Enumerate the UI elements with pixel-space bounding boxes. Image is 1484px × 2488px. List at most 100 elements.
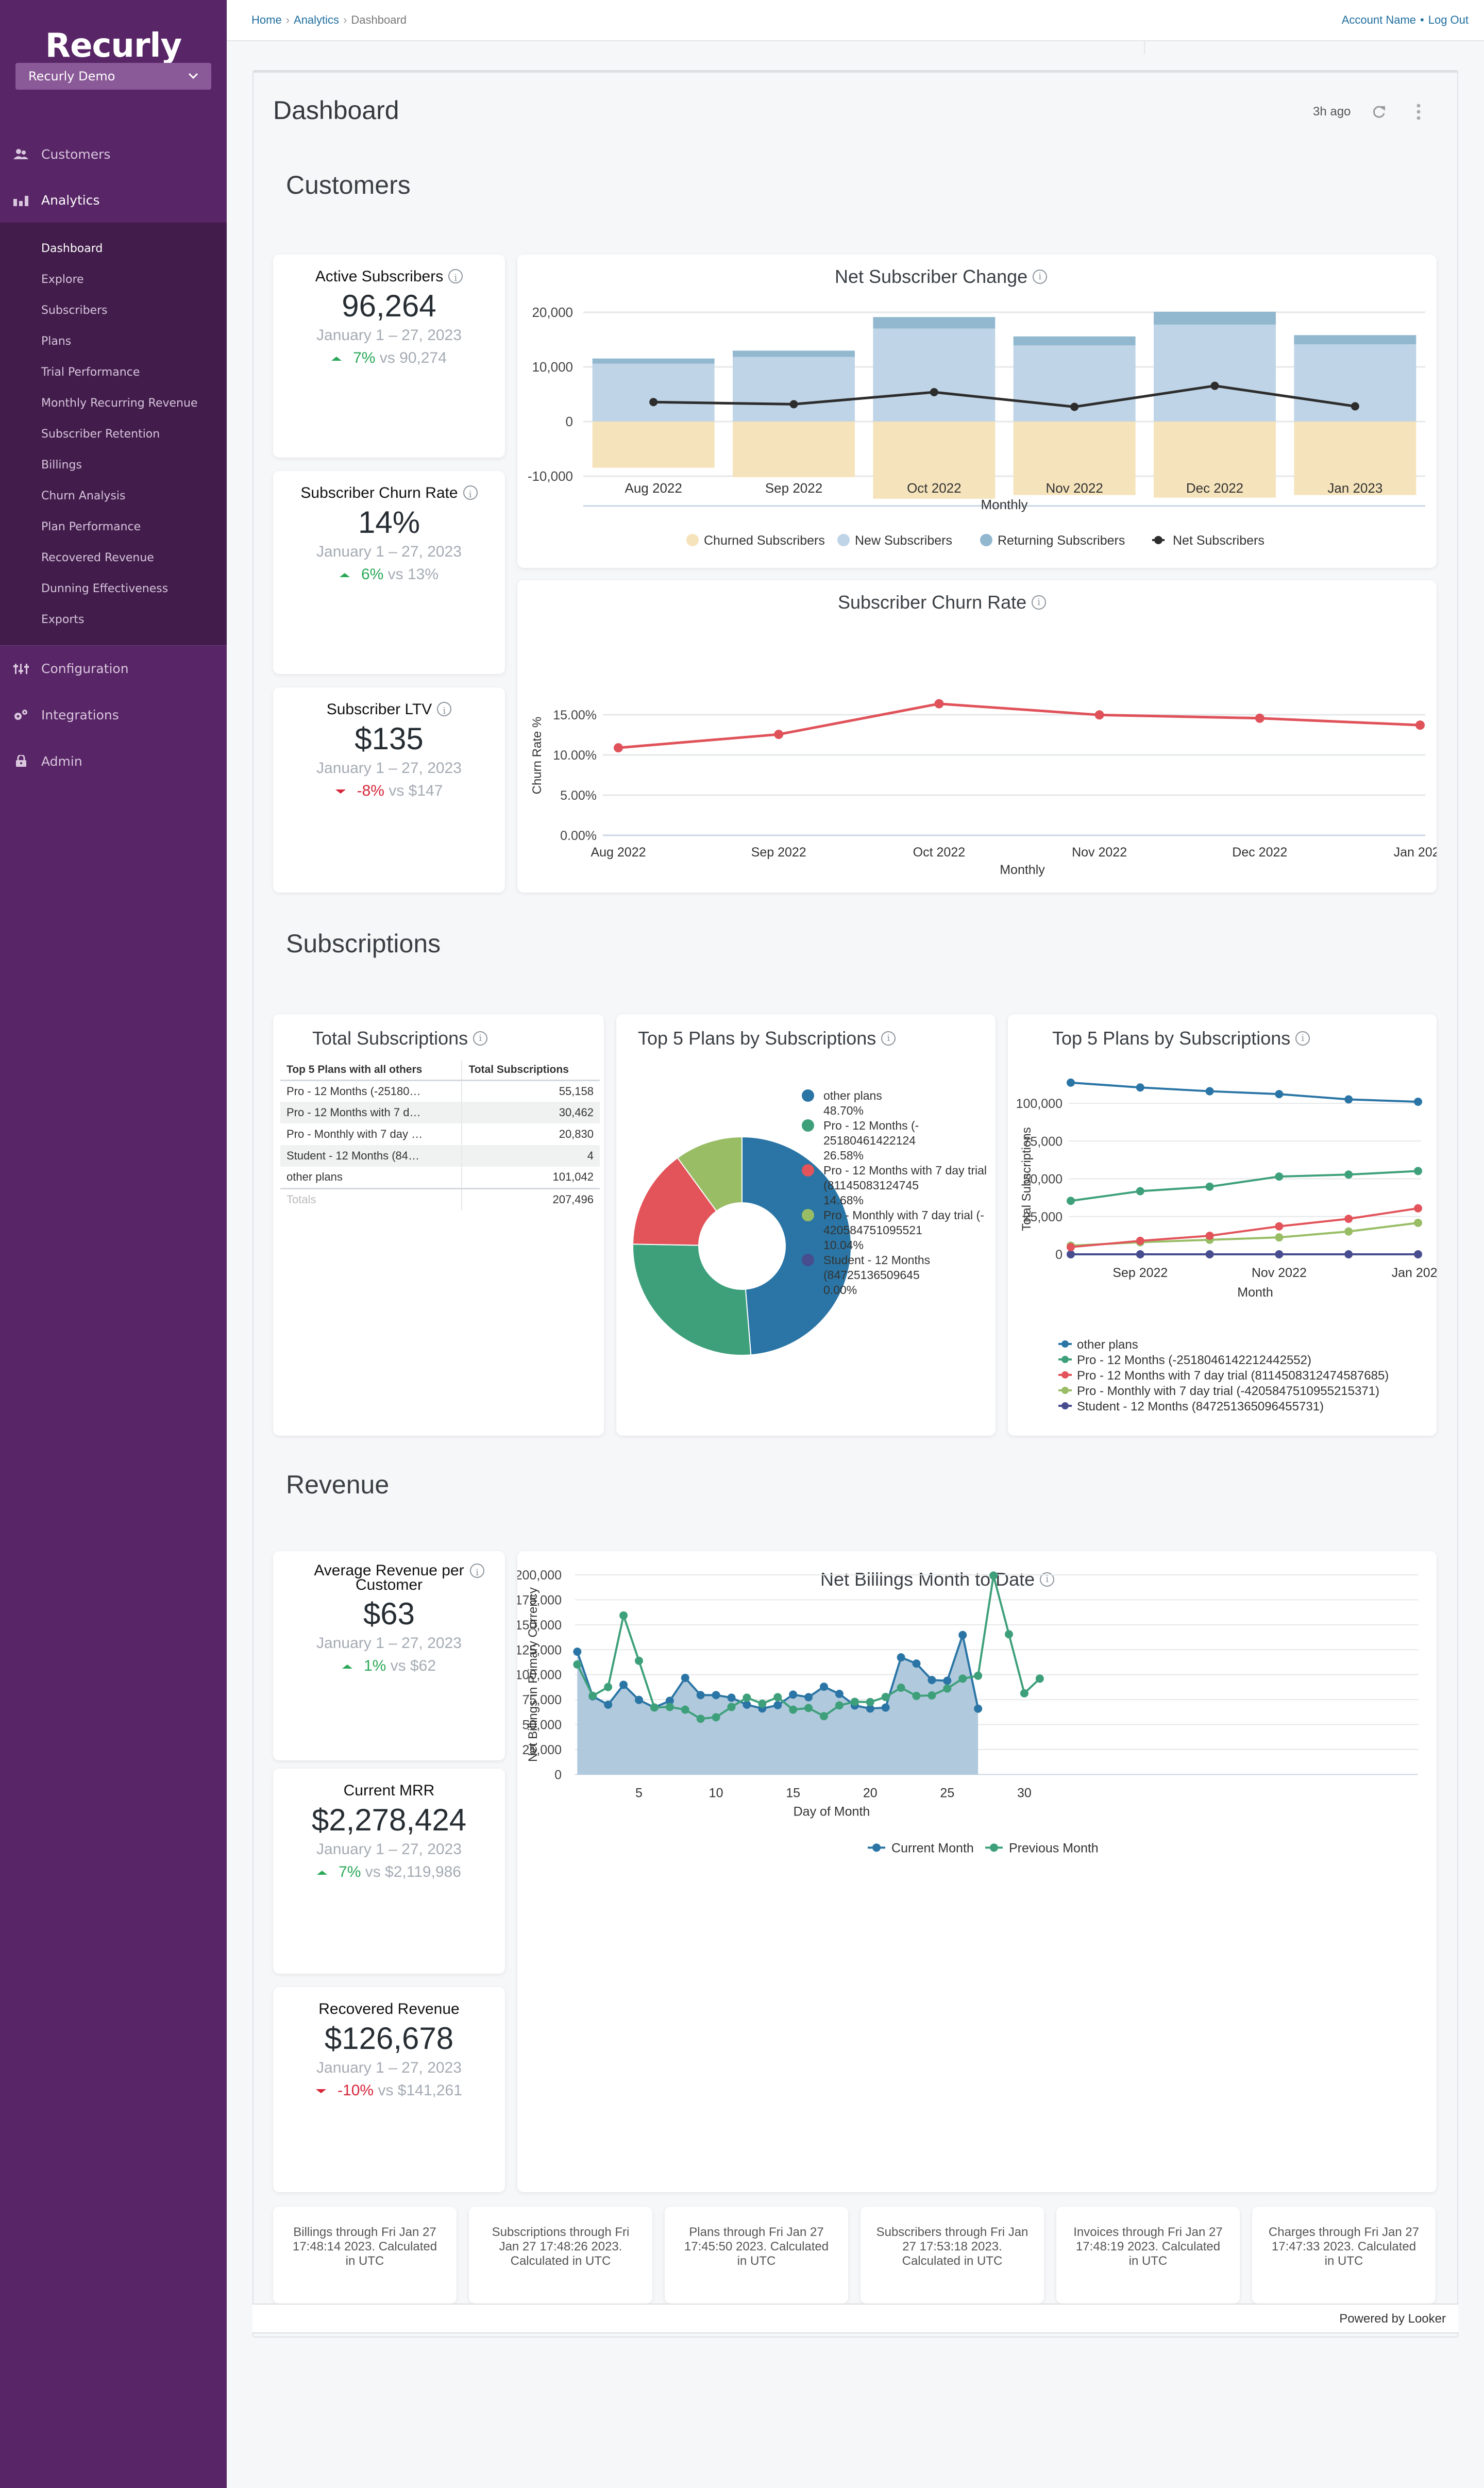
trend-down-icon xyxy=(316,2089,327,2094)
kpi-subscriber-ltv[interactable]: Subscriber LTV $135 January 1 – 27, 2023… xyxy=(273,687,505,893)
point-previous-month xyxy=(1005,1630,1013,1639)
refresh-icon[interactable] xyxy=(1371,104,1387,120)
sidebar-item-label: Analytics xyxy=(41,192,100,208)
sidebar-subitem-recovered-revenue[interactable]: Recovered Revenue xyxy=(41,551,154,564)
kpi-churn-rate[interactable]: Subscriber Churn Rate 14% January 1 – 27… xyxy=(273,471,505,674)
account-name-link[interactable]: Account Name xyxy=(1342,13,1416,26)
series-point xyxy=(1067,1250,1075,1258)
line-churn-rate xyxy=(618,702,1421,749)
legend-label: Pro - 12 Months with 7 day trial (811450… xyxy=(1077,1369,1389,1383)
x-tick-label: Nov 2022 xyxy=(1072,845,1127,860)
y-axis-label: Total Subscriptions xyxy=(1020,1127,1034,1231)
sidebar-subitem-churn-analysis[interactable]: Churn Analysis xyxy=(41,490,126,502)
kpi-compare: vs 13% xyxy=(387,566,439,583)
x-tick-label: Dec 2022 xyxy=(1232,845,1287,860)
table-row[interactable]: Pro - 12 Months with 7 d… 30,462 xyxy=(280,1102,600,1123)
info-icon[interactable] xyxy=(437,702,452,719)
bar-returning xyxy=(1013,336,1136,346)
sidebar-subitem-subscribers[interactable]: Subscribers xyxy=(41,304,108,317)
legend-item[interactable]: other plans 48.70% xyxy=(802,1088,996,1118)
y-axis-label: Net Billings in Primary Currency xyxy=(526,1587,540,1762)
point-net-subscribers xyxy=(1210,381,1219,390)
point-previous-month xyxy=(712,1713,720,1722)
point-churn-rate xyxy=(774,730,784,739)
point-net-subscribers xyxy=(789,400,798,409)
point-current-month xyxy=(974,1704,983,1713)
point-previous-month xyxy=(758,1700,767,1708)
kpi-arpc[interactable]: Average Revenue per Customer $63 January… xyxy=(273,1551,505,1760)
plan-name: other plans xyxy=(280,1167,463,1188)
legend-item[interactable]: Pro - 12 Months (- 25180461422124 26.58% xyxy=(802,1118,996,1163)
breadcrumb-home[interactable]: Home xyxy=(251,13,282,26)
y-tick-label: 5.00% xyxy=(560,788,597,803)
sidebar-item-admin[interactable]: Admin xyxy=(0,738,227,784)
recurly-logo[interactable]: Recurly xyxy=(0,27,227,65)
sidebar-item-label: Admin xyxy=(41,753,82,769)
legend-item[interactable]: Student - 12 Months (84725136509645 0.00% xyxy=(802,1253,996,1298)
sidebar-subitem-explore[interactable]: Explore xyxy=(41,273,84,286)
point-previous-month xyxy=(804,1704,813,1712)
column-header[interactable]: Top 5 Plans with all others xyxy=(280,1061,463,1081)
table-row[interactable]: other plans 101,042 xyxy=(280,1167,600,1188)
users-icon xyxy=(13,149,28,159)
bar-new xyxy=(733,357,855,422)
kpi-compare: vs $141,261 xyxy=(378,2082,462,2099)
table-row[interactable]: Pro - Monthly with 7 day … 20,830 xyxy=(280,1123,600,1145)
sidebar-subitem-plans[interactable]: Plans xyxy=(41,335,71,348)
kpi-change: -10% xyxy=(338,2082,374,2099)
info-icon[interactable] xyxy=(470,1564,484,1581)
sidebar-item-configuration[interactable]: Configuration xyxy=(0,645,227,692)
trend-up-icon xyxy=(342,1665,352,1669)
point-previous-month xyxy=(1020,1689,1028,1697)
kpi-recovered-revenue[interactable]: Recovered Revenue $126,678 January 1 – 2… xyxy=(273,1987,505,2192)
point-previous-month xyxy=(588,1691,597,1700)
section-title-customers: Customers xyxy=(286,171,411,199)
sidebar-item-integrations[interactable]: Integrations xyxy=(0,692,227,738)
column-header[interactable]: Total Subscriptions xyxy=(462,1061,600,1081)
more-options-icon[interactable] xyxy=(1415,103,1422,121)
last-updated: 3h ago xyxy=(1313,105,1351,119)
x-axis-label: Day of Month xyxy=(794,1804,870,1819)
point-previous-month xyxy=(835,1701,844,1710)
total-subscriptions-card: Total Subscriptions Top 5 Plans with all… xyxy=(273,1014,604,1436)
subscriptions-table: Top 5 Plans with all others Total Subscr… xyxy=(280,1061,600,1210)
sidebar-subitem-monthly-recurring-revenue[interactable]: Monthly Recurring Revenue xyxy=(41,397,197,410)
chart-title: Total Subscriptions xyxy=(312,1028,488,1049)
divider xyxy=(1144,41,1145,55)
legend-item[interactable]: Pro - 12 Months with 7 day trial (811450… xyxy=(802,1163,996,1208)
info-icon[interactable] xyxy=(473,1031,488,1046)
logout-link[interactable]: Log Out xyxy=(1428,13,1469,26)
point-previous-month xyxy=(773,1693,782,1702)
sidebar-subitem-dunning-effectiveness[interactable]: Dunning Effectiveness xyxy=(41,582,168,595)
kpi-period: January 1 – 27, 2023 xyxy=(316,2059,462,2076)
breadcrumb-analytics[interactable]: Analytics xyxy=(294,13,339,26)
sidebar-subitem-trial-performance[interactable]: Trial Performance xyxy=(41,366,140,379)
kpi-current-mrr[interactable]: Current MRR $2,278,424 January 1 – 27, 2… xyxy=(273,1769,505,1974)
point-current-month xyxy=(619,1680,628,1689)
sidebar-item-customers[interactable]: Customers xyxy=(0,131,227,177)
point-previous-month xyxy=(897,1684,905,1692)
sidebar-item-analytics[interactable]: Analytics xyxy=(0,177,227,223)
powered-by-looker[interactable]: Powered by Looker xyxy=(1339,2312,1446,2326)
account-selector[interactable]: Recurly Demo xyxy=(15,63,211,90)
point-previous-month xyxy=(635,1656,643,1665)
sidebar-subitem-dashboard[interactable]: Dashboard xyxy=(41,242,103,255)
kpi-active-subscribers[interactable]: Active Subscribers 96,264 January 1 – 27… xyxy=(273,255,505,458)
table-row[interactable]: Student - 12 Months (84… 4 xyxy=(280,1145,600,1167)
sidebar-subitem-plan-performance[interactable]: Plan Performance xyxy=(41,520,141,533)
data-freshness-note: Subscriptions through Fri Jan 27 17:48:2… xyxy=(469,2207,652,2304)
point-current-month xyxy=(912,1659,921,1668)
sidebar-subitem-billings[interactable]: Billings xyxy=(41,459,82,472)
info-icon[interactable] xyxy=(448,269,463,286)
sidebar-subitem-exports[interactable]: Exports xyxy=(41,613,84,626)
table-row[interactable]: Pro - 12 Months (-25180… 55,158 xyxy=(280,1080,600,1102)
info-icon[interactable] xyxy=(463,485,478,502)
point-previous-month xyxy=(696,1714,705,1723)
sidebar-subitem-subscriber-retention[interactable]: Subscriber Retention xyxy=(41,428,160,441)
legend-swatch xyxy=(802,1164,814,1176)
legend-item[interactable]: Pro - Monthly with 7 day trial (- 420584… xyxy=(802,1208,996,1253)
x-tick-label: Oct 2022 xyxy=(913,845,965,860)
point-previous-month xyxy=(604,1683,613,1691)
plan-name: Pro - Monthly with 7 day … xyxy=(280,1123,463,1145)
kpi-value: $126,678 xyxy=(324,2021,454,2056)
